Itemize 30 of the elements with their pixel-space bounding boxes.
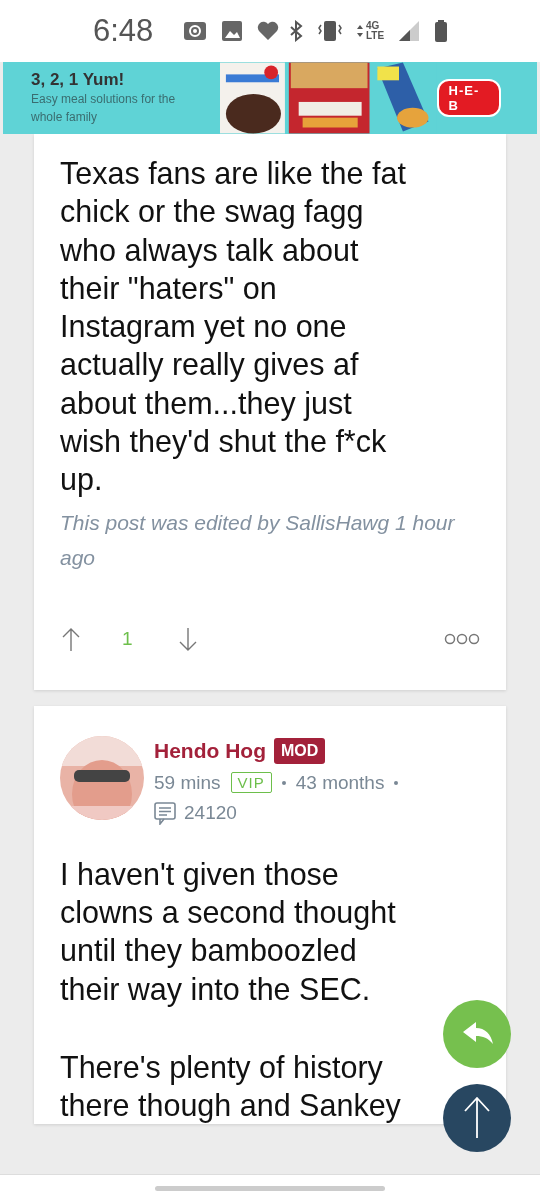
comment-icon bbox=[154, 801, 176, 825]
ad-headline: 3, 2, 1 Yum! bbox=[31, 70, 126, 90]
member-tag: VIP bbox=[230, 772, 272, 794]
post-text: There's plenty of history there though and Sankey bbox=[60, 1048, 402, 1125]
more-options-icon[interactable] bbox=[444, 633, 480, 646]
signal-icon bbox=[398, 20, 420, 42]
post-text: Texas fans are like the fat chick or the swag fagg who always talk about their "haters" on Instagram yet no one actually really gives af about them...they just wish they'd shut the f*ck up. bbox=[60, 155, 407, 499]
ad-banner[interactable]: 3, 2, 1 Yum! Easy meal solutions for the whole family H-E-B bbox=[3, 62, 537, 134]
image-icon bbox=[221, 20, 244, 42]
clock-time: 6:48 bbox=[93, 13, 154, 49]
home-handle[interactable] bbox=[155, 1185, 385, 1191]
edit-note: This post was edited by SallisHawg 1 hour ago bbox=[60, 509, 456, 571]
heart-icon bbox=[257, 20, 280, 42]
role-badge: MOD bbox=[274, 737, 326, 764]
radio-icon bbox=[183, 20, 208, 42]
post-count: 24120 bbox=[184, 802, 237, 825]
ad-tagline: Easy meal solutions for the whole family bbox=[31, 91, 177, 126]
scroll-top-button[interactable] bbox=[443, 1084, 511, 1152]
author-name[interactable]: Hendo Hog bbox=[154, 738, 266, 763]
bluetooth-icon bbox=[288, 20, 304, 42]
post-time: 59 mins bbox=[154, 771, 221, 794]
vote-count: 1 bbox=[122, 628, 133, 651]
upvote-arrow-icon[interactable] bbox=[60, 626, 82, 652]
post-text: I haven't given those clowns a second thought until they bamboozled their way into the SEC. bbox=[60, 855, 397, 1008]
battery-icon bbox=[434, 20, 448, 42]
member-tenure: 43 months bbox=[295, 771, 385, 794]
network-type: 4G LTE bbox=[366, 21, 384, 41]
data-arrows-icon bbox=[356, 24, 364, 38]
vibrate-icon bbox=[318, 20, 342, 42]
brand-logo: H-E-B bbox=[436, 79, 501, 117]
